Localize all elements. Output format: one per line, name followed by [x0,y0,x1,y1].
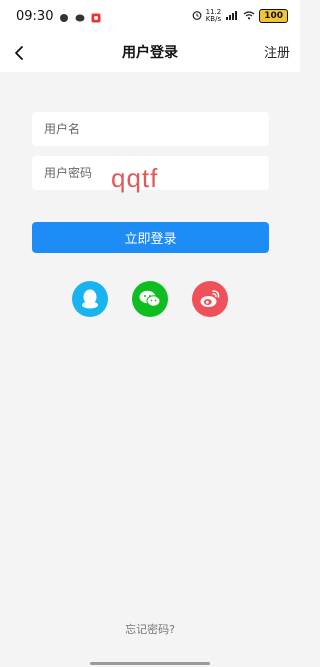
status-left: 09:30 [16,9,101,24]
wifi-icon [243,10,255,23]
forgot-password-link[interactable]: 忘记密码? [0,621,300,637]
chat-notification-icon [75,12,85,22]
qq-login-button[interactable] [72,281,108,317]
register-link[interactable]: 注册 [264,42,290,61]
username-field[interactable] [32,112,269,146]
app-notification-icon [91,12,101,22]
alarm-icon [192,10,202,23]
weibo-login-button[interactable] [192,281,228,317]
status-right: 11.2 KB/s 100 [192,9,288,23]
home-indicator[interactable] [90,662,210,665]
battery-indicator: 100 [259,9,288,23]
weibo-icon [200,290,220,307]
nav-bar: 用户登录 注册 [0,36,300,72]
username-input[interactable] [32,112,269,146]
wechat-login-button[interactable] [132,281,168,317]
net-speed: 11.2 KB/s [205,8,222,23]
login-button[interactable]: 立即登录 [32,222,269,253]
notification-icon [59,12,69,22]
qq-icon [82,289,98,309]
captcha-text: qqtf [111,163,159,193]
status-time: 09:30 [16,9,54,24]
signal-icon [225,10,239,23]
wechat-icon [139,290,161,307]
status-bar: 09:30 11.2 KB/s 100 [0,0,300,36]
page-title: 用户登录 [122,45,178,61]
